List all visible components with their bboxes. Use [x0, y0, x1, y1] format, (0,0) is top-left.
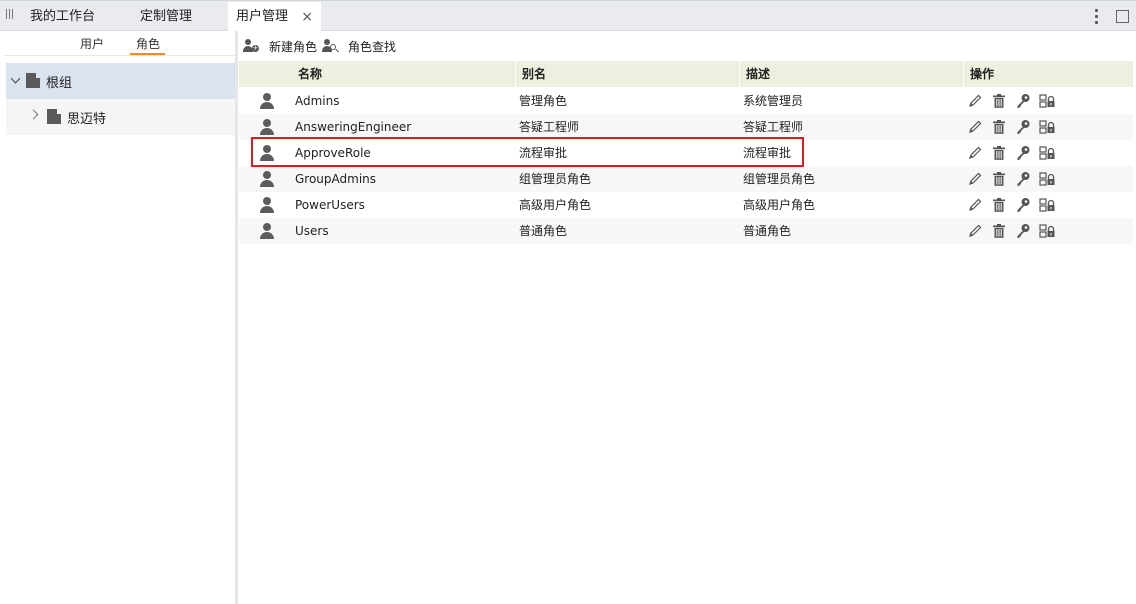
delete-icon[interactable]	[991, 223, 1007, 239]
permission-lock-icon[interactable]	[1039, 119, 1055, 135]
delete-icon[interactable]	[991, 145, 1007, 161]
cell-description: 系统管理员	[743, 94, 804, 108]
edit-icon[interactable]	[967, 197, 983, 213]
role-icon	[260, 223, 274, 239]
table-row[interactable]: Users 普通角色 普通角色	[239, 218, 1133, 244]
column-header-actions: 操作	[970, 67, 995, 81]
table-row[interactable]: GroupAdmins 组管理员角色 组管理员角色	[239, 166, 1133, 192]
cell-description: 组管理员角色	[743, 172, 816, 186]
role-icon	[260, 145, 274, 161]
cell-alias: 普通角色	[519, 224, 568, 238]
tab-label: 用户管理	[236, 9, 289, 24]
key-icon[interactable]	[1015, 145, 1031, 161]
more-options-icon[interactable]	[1094, 9, 1098, 25]
table-row[interactable]: Admins 管理角色 系统管理员	[239, 88, 1133, 114]
search-user-icon[interactable]	[322, 39, 338, 55]
table-row[interactable]: AnsweringEngineer 答疑工程师 答疑工程师	[239, 114, 1133, 140]
permission-lock-icon[interactable]	[1039, 223, 1055, 239]
drag-grip-icon[interactable]	[6, 9, 14, 21]
top-tab-bar: 我的工作台 定制管理 用户管理 ×	[0, 0, 1136, 32]
cell-description: 普通角色	[743, 224, 792, 238]
delete-icon[interactable]	[991, 93, 1007, 109]
tab-user-management[interactable]: 用户管理 ×	[228, 2, 321, 32]
table-header: 名称 别名 描述 操作	[239, 61, 1133, 87]
cell-name: PowerUsers	[295, 198, 365, 212]
left-panel: 用户 角色 根组 思迈特	[4, 31, 235, 604]
permission-lock-icon[interactable]	[1039, 93, 1055, 109]
permission-lock-icon[interactable]	[1039, 171, 1055, 187]
building-icon	[47, 109, 61, 124]
delete-icon[interactable]	[991, 197, 1007, 213]
table-row[interactable]: PowerUsers 高级用户角色 高级用户角色	[239, 192, 1133, 218]
cell-description: 流程审批	[743, 146, 792, 160]
cell-name: Admins	[295, 94, 340, 108]
permission-lock-icon[interactable]	[1039, 197, 1055, 213]
toolbar: + 新建角色 角色查找	[238, 31, 1136, 61]
subtab-users[interactable]: 用户	[80, 34, 104, 54]
cell-alias: 组管理员角色	[519, 172, 592, 186]
new-role-button[interactable]: 新建角色	[269, 39, 317, 55]
edit-icon[interactable]	[967, 171, 983, 187]
close-icon[interactable]: ×	[301, 2, 313, 32]
cell-alias: 高级用户角色	[519, 198, 592, 212]
chevron-down-icon[interactable]	[10, 73, 21, 84]
edit-icon[interactable]	[967, 223, 983, 239]
table-row[interactable]: ApproveRole 流程审批 流程审批	[239, 140, 1133, 166]
tab-workbench[interactable]: 我的工作台	[30, 2, 95, 32]
tree-node-child[interactable]: 思迈特	[6, 99, 235, 135]
add-user-icon[interactable]: +	[243, 39, 259, 55]
role-icon	[260, 119, 274, 135]
maximize-icon[interactable]	[1116, 10, 1129, 23]
divider	[4, 55, 235, 56]
tab-custom-management[interactable]: 定制管理	[140, 2, 192, 32]
cell-description: 答疑工程师	[743, 120, 804, 134]
role-icon	[260, 93, 274, 109]
cell-name: Users	[295, 224, 329, 238]
edit-icon[interactable]	[967, 145, 983, 161]
column-header-name[interactable]: 名称	[298, 61, 322, 87]
cell-name: GroupAdmins	[295, 172, 377, 186]
tree-node-root[interactable]: 根组	[6, 63, 235, 99]
panel-splitter[interactable]	[235, 31, 238, 604]
key-icon[interactable]	[1015, 223, 1031, 239]
tree-node-label: 根组	[46, 76, 73, 91]
cell-description: 高级用户角色	[743, 198, 816, 212]
search-role-button[interactable]: 角色查找	[348, 39, 396, 55]
permission-lock-icon[interactable]	[1039, 145, 1055, 161]
key-icon[interactable]	[1015, 197, 1031, 213]
column-header-description[interactable]: 描述	[746, 61, 770, 87]
role-icon	[260, 197, 274, 213]
cell-alias: 答疑工程师	[519, 120, 580, 134]
edit-icon[interactable]	[967, 93, 983, 109]
cell-name: ApproveRole	[295, 146, 371, 160]
building-icon	[26, 73, 40, 88]
cell-alias: 流程审批	[519, 146, 568, 160]
key-icon[interactable]	[1015, 93, 1031, 109]
edit-icon[interactable]	[967, 119, 983, 135]
tree-node-label: 思迈特	[67, 112, 107, 127]
chevron-right-icon[interactable]	[28, 109, 39, 120]
column-header-alias[interactable]: 别名	[522, 61, 546, 87]
role-icon	[260, 171, 274, 187]
tab-label: 我的工作台	[30, 9, 96, 24]
cell-name: AnsweringEngineer	[295, 120, 412, 134]
tab-label: 定制管理	[140, 9, 193, 24]
key-icon[interactable]	[1015, 119, 1031, 135]
key-icon[interactable]	[1015, 171, 1031, 187]
cell-alias: 管理角色	[519, 94, 568, 108]
delete-icon[interactable]	[991, 119, 1007, 135]
subtab-roles[interactable]: 角色	[136, 34, 160, 54]
delete-icon[interactable]	[991, 171, 1007, 187]
